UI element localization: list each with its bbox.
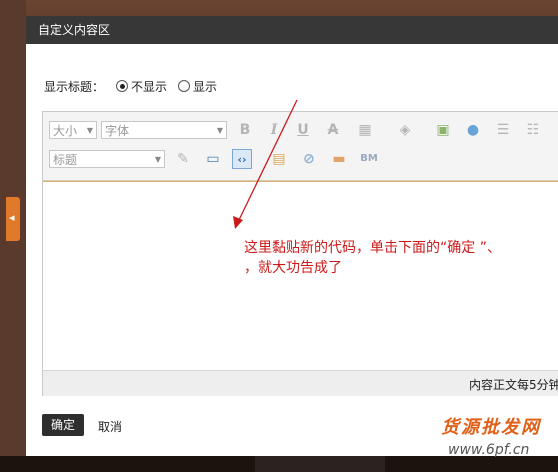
bold-icon[interactable]: B [235, 120, 255, 140]
embed-icon[interactable]: ⊘ [299, 149, 319, 169]
background-photo [255, 456, 385, 472]
editor-status-bar: 内容正文每5分钟 [43, 370, 558, 396]
strikethrough-icon[interactable]: A [323, 120, 343, 140]
font-size-select-label: 大小 [53, 124, 78, 138]
divider-icon[interactable]: ▬ [329, 149, 349, 169]
emoticon-icon[interactable]: ● [463, 120, 483, 140]
table-icon[interactable]: ▦ [355, 120, 375, 140]
font-family-select-label: 字体 [105, 124, 130, 138]
font-size-select[interactable]: 大小 ▼ [49, 121, 97, 139]
source-code-icon[interactable]: ‹› [232, 149, 252, 169]
format-painter-icon[interactable]: ✎ [173, 149, 193, 169]
dialog-titlebar: 自定义内容区 [26, 16, 558, 44]
watermark-url: www.6pf.cn [448, 442, 530, 458]
ok-button[interactable]: 确定 [42, 414, 84, 436]
dialog-title: 自定义内容区 [38, 23, 111, 37]
flash-icon[interactable]: ▤ [269, 149, 289, 169]
side-collapse-tab[interactable]: ◂ [6, 197, 20, 241]
annotation-text: 这里黏贴新的代码，单击下面的“确定 ”、 ，就大功告成了 [244, 238, 501, 278]
custom-content-dialog: 自定义内容区 显示标题： 不显示 显示 大小 ▼ 字体 ▼ B I U A ▦ ◈ … [26, 16, 558, 456]
editor-toolbar: 大小 ▼ 字体 ▼ B I U A ▦ ◈ ▣ ● ☰ ☷ 标题 ▼ ✎ ▭ ‹› ▤… [43, 112, 558, 181]
annotation-line-1: 这里黏贴新的代码，单击下面的“确定 ”、 [244, 240, 501, 256]
unordered-list-icon[interactable]: ☰ [493, 120, 513, 140]
italic-icon[interactable]: I [264, 120, 284, 140]
radio-show-title[interactable] [178, 80, 190, 92]
chevron-left-icon: ◂ [9, 211, 15, 224]
radio-hide-title-label[interactable]: 不显示 [131, 78, 167, 95]
cancel-button[interactable]: 取消 [98, 418, 122, 435]
image-icon[interactable]: ▣ [433, 120, 453, 140]
chevron-down-icon: ▼ [86, 126, 93, 135]
radio-show-title-label[interactable]: 显示 [193, 78, 217, 95]
ordered-list-icon[interactable]: ☷ [523, 120, 543, 140]
chevron-down-icon: ▼ [216, 126, 223, 135]
radio-hide-title[interactable] [116, 80, 128, 92]
heading-select-label: 标题 [53, 153, 78, 167]
annotation-line-2: ，就大功告成了 [244, 260, 342, 276]
editor-status-text: 内容正文每5分钟 [469, 378, 558, 392]
media-icon[interactable]: ▭ [203, 149, 223, 169]
font-family-select[interactable]: 字体 ▼ [101, 121, 227, 139]
heading-select[interactable]: 标题 ▼ [49, 150, 165, 168]
color-icon[interactable]: ◈ [395, 120, 415, 140]
bm-icon[interactable]: BM [359, 149, 379, 169]
display-title-label: 显示标题： [44, 80, 105, 94]
underline-icon[interactable]: U [293, 120, 313, 140]
chevron-down-icon: ▼ [154, 155, 161, 164]
watermark-logo: 货源批发网 [441, 417, 541, 438]
